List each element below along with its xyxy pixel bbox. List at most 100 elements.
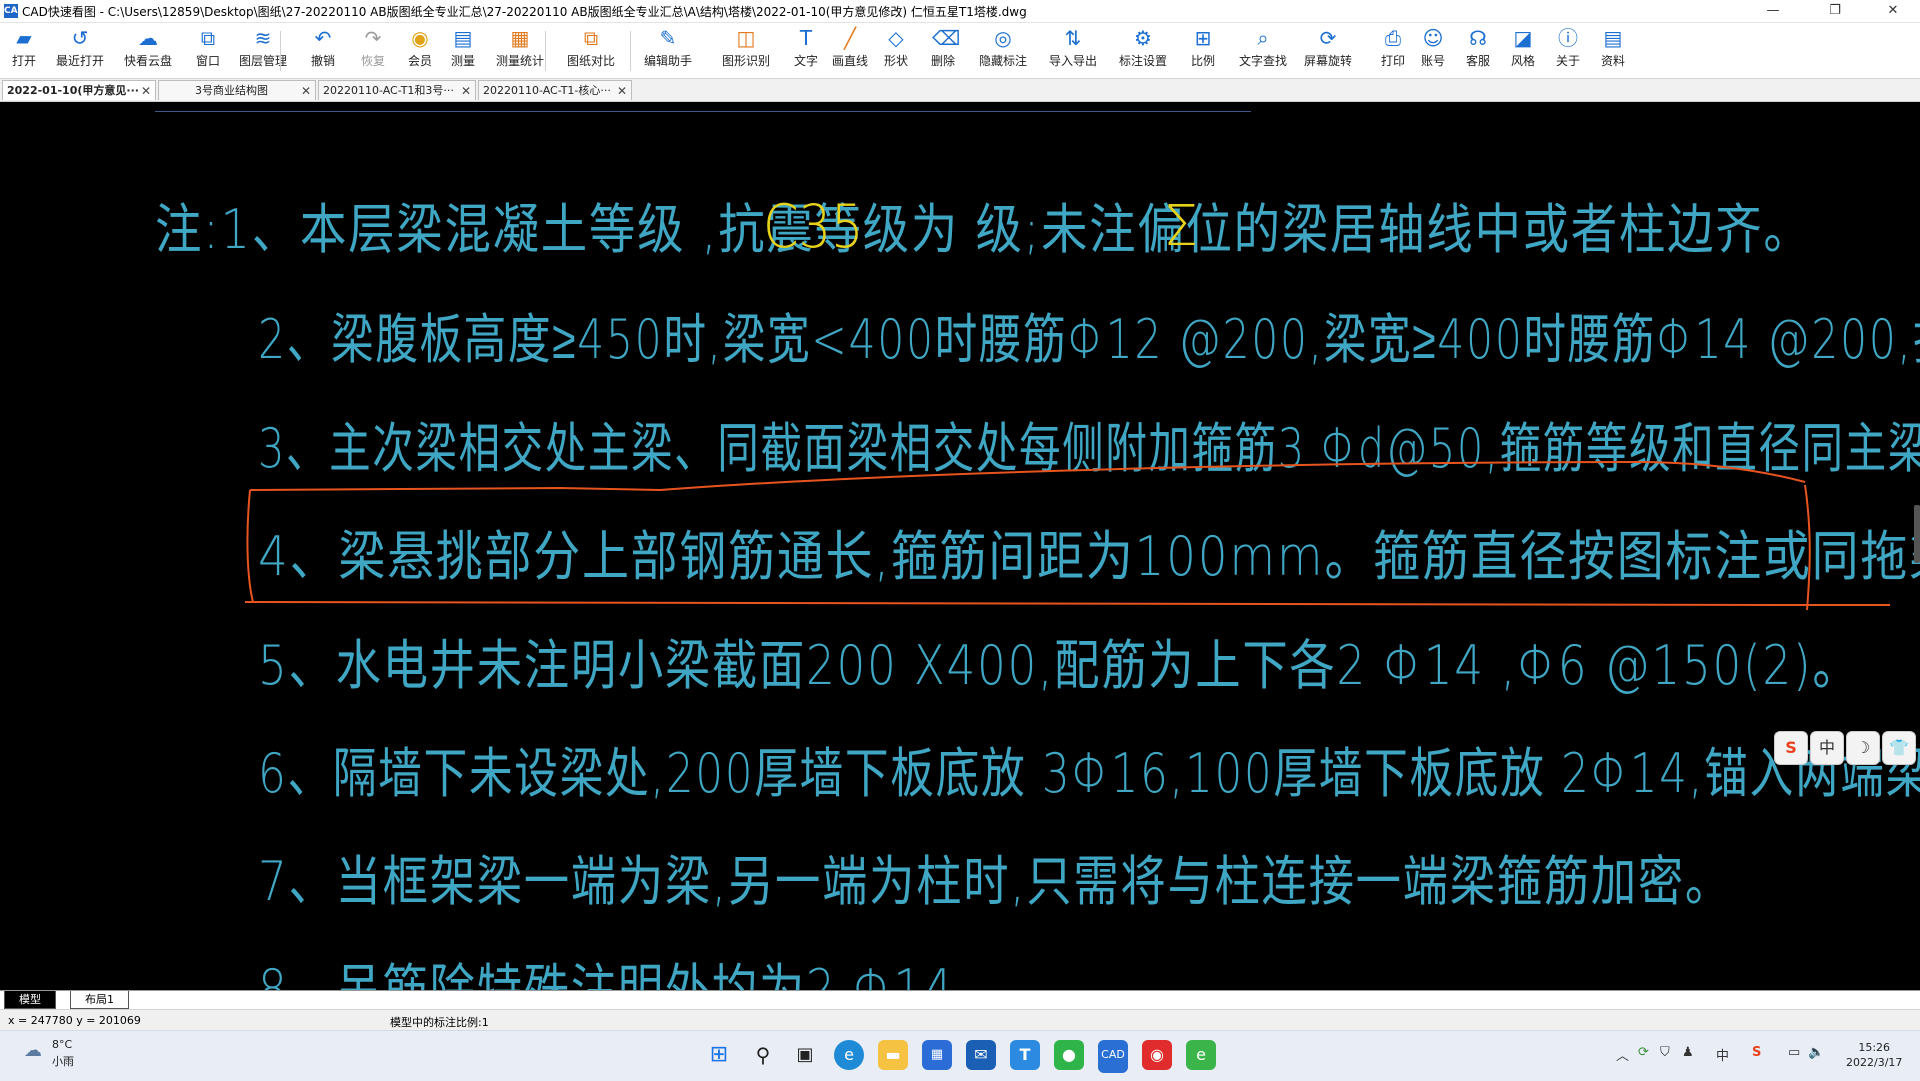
- close-window-button[interactable]: ✕: [1870, 0, 1916, 22]
- sogou-tray-icon[interactable]: S: [1752, 1045, 1761, 1060]
- toolbar-button-layers[interactable]: ≋ 图层管理: [235, 27, 291, 75]
- toolbar-button-hide-annotation[interactable]: ◎ 隐藏标注: [975, 27, 1031, 75]
- toolbar-button-text-search[interactable]: ⌕ 文字查找: [1235, 27, 1291, 75]
- toolbar-button-history[interactable]: ↺ 最近打开: [52, 27, 108, 75]
- toolbar-button-import-export[interactable]: ⇅ 导入导出: [1045, 27, 1101, 75]
- doc-tab-1[interactable]: 2022-01-10(甲方意见··· ✕: [2, 80, 156, 100]
- markup-annotation: [244, 460, 1891, 611]
- status-bar: x = 247780 y = 201069 模型中的标注比例:1: [0, 1009, 1920, 1030]
- toolbar-button-compare[interactable]: ⧉ 图纸对比: [563, 27, 619, 75]
- window-title: CAD快速看图 - C:\Users\12859\Desktop\图纸\27-2…: [22, 5, 1027, 19]
- netease-music-icon[interactable]: ◉: [1142, 1040, 1172, 1070]
- browser-icon[interactable]: e: [1186, 1040, 1216, 1070]
- side-panel-handle[interactable]: [1914, 505, 1920, 563]
- markup-stroke-bottom: [244, 601, 1891, 607]
- docs-icon: ▤: [1603, 26, 1623, 50]
- sogou-logo-icon[interactable]: S: [1774, 731, 1808, 765]
- toolbar-button-headset[interactable]: ☊ 客服: [1460, 27, 1496, 75]
- toolbar-label: 关于: [1555, 54, 1580, 68]
- toolbar-button-window[interactable]: ⧉ 窗口: [190, 27, 226, 75]
- document-tabbar: 2022-01-10(甲方意见··· ✕ 3号商业结构图 ✕ 20220110-…: [0, 79, 1920, 102]
- rotate-screen-icon: ⟳: [1319, 26, 1337, 50]
- toolbar-button-vip[interactable]: ◉ 会员: [402, 27, 438, 75]
- toolbar-label: 资料: [1600, 54, 1625, 68]
- toolbar-label: 账号: [1420, 54, 1445, 68]
- toolbar-button-folder[interactable]: ▰ 打开: [6, 27, 42, 75]
- user-icon: ☺: [1422, 26, 1444, 50]
- toolbar-button-measure-stats[interactable]: ▦ 测量统计: [492, 27, 548, 75]
- markup-stroke-right: [1804, 484, 1811, 611]
- network-icon[interactable]: ▭: [1788, 1045, 1800, 1060]
- layout-tab-layout1[interactable]: 布局1: [70, 991, 129, 1009]
- toolbar-label: 风格: [1510, 54, 1535, 68]
- toolbar-button-ruler[interactable]: ▤ 测量: [445, 27, 481, 75]
- layout-tab-model[interactable]: 模型: [4, 991, 56, 1009]
- cad-viewer-taskbar-icon[interactable]: CAD: [1098, 1040, 1128, 1073]
- toolbar-button-shape[interactable]: ◇ 形状: [878, 27, 914, 75]
- qq-icon[interactable]: ♟: [1682, 1045, 1694, 1060]
- close-icon[interactable]: ✕: [461, 81, 471, 100]
- compare-icon: ⧉: [583, 26, 599, 50]
- ime-language-toggle[interactable]: 中: [1810, 731, 1844, 765]
- search-icon[interactable]: ⚲: [748, 1040, 778, 1070]
- maximize-button[interactable]: ❐: [1812, 0, 1858, 22]
- toolbar-button-rotate-screen[interactable]: ⟳ 屏幕旋转: [1300, 27, 1356, 75]
- history-icon: ↺: [71, 26, 89, 50]
- toolbar-button-shape-recognition[interactable]: ◫ 图形识别: [718, 27, 774, 75]
- toolbar-label: 恢复: [360, 54, 385, 68]
- system-clock[interactable]: 15:26 2022/3/17: [1846, 1040, 1902, 1070]
- wechat-icon[interactable]: ●: [1054, 1040, 1084, 1070]
- drawing-canvas[interactable]: 注:1、本层梁混凝土等级 ,抗震等级为 级;未注偏位的梁居轴线中或者柱边齐。 2…: [0, 102, 1920, 990]
- layers-icon: ≋: [254, 26, 272, 50]
- toolbar-button-cloud[interactable]: ☁ 快看云盘: [120, 27, 176, 75]
- toolbar-button-redo[interactable]: ↷ 恢复: [355, 27, 391, 75]
- text-search-icon: ⌕: [1257, 26, 1269, 50]
- toolbar-button-annotation-settings[interactable]: ⚙ 标注设置: [1115, 27, 1171, 75]
- close-icon[interactable]: ✕: [617, 81, 627, 100]
- toolbar-button-print[interactable]: ⎙ 打印: [1375, 27, 1411, 75]
- ime-indicator[interactable]: 中: [1716, 1045, 1729, 1064]
- store-icon[interactable]: ▦: [922, 1040, 952, 1070]
- toolbar-button-line[interactable]: ╱ 画直线: [828, 27, 872, 75]
- clock-time: 15:26: [1858, 1041, 1891, 1054]
- toolbar-button-scale[interactable]: ⊞ 比例: [1185, 27, 1221, 75]
- moon-icon[interactable]: ☽: [1846, 731, 1880, 765]
- tray-app-icon[interactable]: ⟳: [1638, 1045, 1649, 1060]
- file-explorer-icon[interactable]: ▬: [878, 1040, 908, 1070]
- doc-tab-3[interactable]: 20220110-AC-T1和3号··· ✕: [318, 80, 476, 100]
- hide-annotation-icon: ◎: [994, 26, 1012, 50]
- doc-tab-2[interactable]: 3号商业结构图 ✕: [158, 80, 316, 100]
- edge-browser-icon[interactable]: e: [834, 1040, 864, 1070]
- doc-tab-4[interactable]: 20220110-AC-T1-核心··· ✕: [478, 80, 632, 100]
- toolbar-button-undo[interactable]: ↶ 撤销: [305, 27, 341, 75]
- skin-icon[interactable]: 👕: [1882, 731, 1916, 765]
- toolbar-button-style[interactable]: ◪ 风格: [1505, 27, 1541, 75]
- windows-start-icon[interactable]: ⊞: [704, 1040, 734, 1070]
- ime-floating-bar: S 中 ☽ 👕: [1774, 731, 1916, 765]
- toolbar-label: 会员: [407, 54, 432, 68]
- close-icon[interactable]: ✕: [301, 81, 311, 100]
- mail-icon[interactable]: ✉: [966, 1040, 996, 1070]
- toolbar-button-eraser[interactable]: ⌫ 删除: [925, 27, 961, 75]
- scale-icon: ⊞: [1194, 26, 1212, 50]
- close-icon[interactable]: ✕: [141, 81, 151, 100]
- tray-shield-icon[interactable]: ⛉: [1660, 1045, 1670, 1060]
- toolbar-button-edit-assistant[interactable]: ✎ 编辑助手: [640, 27, 696, 75]
- toolbar-separator: [630, 31, 631, 71]
- toolbar-button-docs[interactable]: ▤ 资料: [1595, 27, 1631, 75]
- toolbar-label: 最近打开: [55, 54, 104, 68]
- toolbar-button-user[interactable]: ☺ 账号: [1415, 27, 1451, 75]
- ruler-icon: ▤: [453, 26, 473, 50]
- task-view-icon[interactable]: ▣: [790, 1040, 820, 1070]
- text-app-icon[interactable]: T: [1010, 1040, 1040, 1070]
- toolbar-label: 撤销: [310, 54, 335, 68]
- headset-icon: ☊: [1469, 26, 1487, 50]
- shape-recognition-icon: ◫: [736, 26, 756, 50]
- layout-tabbar: 模型 布局1: [0, 990, 1920, 1009]
- toolbar-button-info[interactable]: ⓘ 关于: [1550, 27, 1586, 75]
- toolbar-button-text[interactable]: T 文字: [788, 27, 824, 75]
- minimize-button[interactable]: —: [1750, 0, 1796, 22]
- tray-chevron-icon[interactable]: ︿: [1616, 1045, 1629, 1064]
- volume-icon[interactable]: 🔈: [1808, 1045, 1824, 1060]
- toolbar-label: 客服: [1465, 54, 1490, 68]
